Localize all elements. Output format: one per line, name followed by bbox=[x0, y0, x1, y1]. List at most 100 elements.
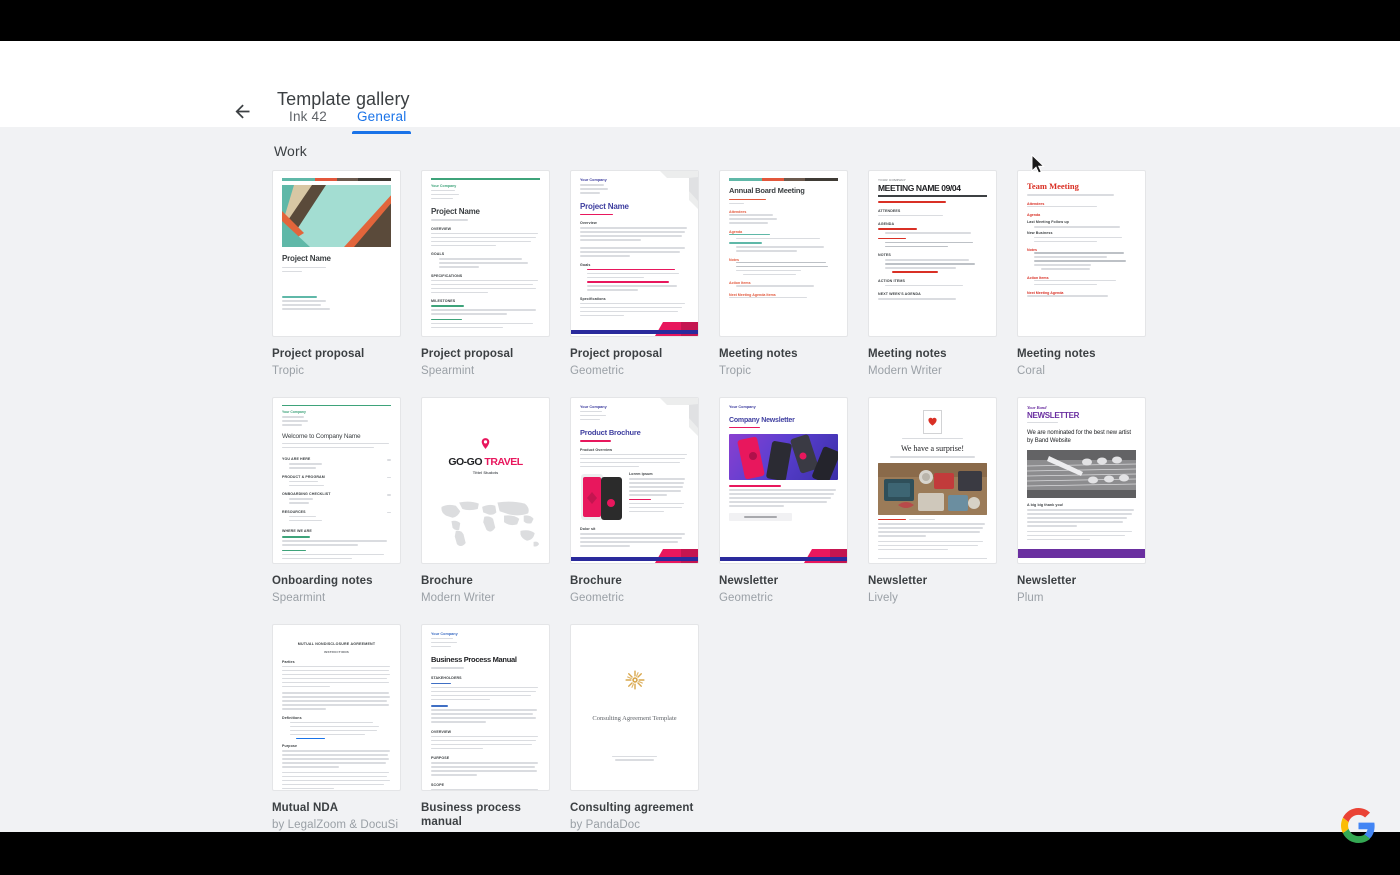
doc-company: Your Company bbox=[580, 178, 689, 182]
template-card[interactable]: MUTUAL NONDISCLOSURE AGREEMENT INSTRUCTI… bbox=[272, 624, 401, 833]
template-subtitle: Spearmint bbox=[421, 364, 550, 378]
doc-preview-lively: We have a surprise! bbox=[878, 405, 987, 556]
phones-image-icon bbox=[580, 472, 624, 522]
template-card[interactable]: Your Company Project Name OVERVIEW GOALS… bbox=[421, 170, 550, 379]
doc-heading: Project Name bbox=[580, 202, 689, 211]
letterbox-bottom bbox=[0, 832, 1400, 875]
template-thumbnail[interactable]: Consulting Agreement Template bbox=[570, 624, 699, 791]
world-map-icon bbox=[431, 497, 542, 549]
doc-heading: Business Process Manual bbox=[431, 655, 540, 664]
template-card[interactable]: Your Company Welcome to Company Name YOU… bbox=[272, 397, 401, 606]
template-subtitle: Coral bbox=[1017, 364, 1146, 378]
geometric-banner-icon bbox=[720, 541, 848, 563]
template-thumbnail[interactable]: Your Band NEWSLETTER We are nominated fo… bbox=[1017, 397, 1146, 564]
template-title: Mutual NDA bbox=[272, 801, 401, 815]
doc-preview-gogo: GO-GO TRAVEL Tittel Studots bbox=[431, 405, 540, 556]
doc-preview-consulting: Consulting Agreement Template bbox=[580, 632, 689, 783]
template-thumbnail[interactable]: Your Company Product Brochure Product Ov… bbox=[570, 397, 699, 564]
template-card[interactable]: Your Band NEWSLETTER We are nominated fo… bbox=[1017, 397, 1146, 606]
template-subtitle: Geometric bbox=[570, 591, 699, 605]
doc-heading: MEETING NAME 09/04 bbox=[878, 183, 987, 193]
plum-footer-bar bbox=[1018, 549, 1145, 558]
guitar-photo-image bbox=[1027, 450, 1136, 498]
template-thumbnail[interactable]: MUTUAL NONDISCLOSURE AGREEMENT INSTRUCTI… bbox=[272, 624, 401, 791]
screen-root: Template gallery Ink 42 General Work bbox=[0, 0, 1400, 875]
doc-company: Your Company bbox=[431, 184, 540, 188]
doc-company: Your Company bbox=[282, 410, 391, 414]
doc-preview-geonewsletter: Your Company Company Newsletter bbox=[729, 405, 838, 556]
back-button[interactable] bbox=[230, 99, 255, 124]
doc-preview-onboarding: Your Company Welcome to Company Name YOU… bbox=[282, 405, 391, 556]
template-title: Project proposal bbox=[421, 347, 550, 361]
template-thumbnail[interactable]: Team Meeting Attendees Agenda Last Meeti… bbox=[1017, 170, 1146, 337]
template-card[interactable]: Consulting Agreement Template Consulting… bbox=[570, 624, 699, 833]
template-card[interactable]: Your Company Business Process Manual STA… bbox=[421, 624, 550, 833]
doc-heading: Product Brochure bbox=[580, 428, 689, 437]
geometric-bottom-bar bbox=[571, 324, 698, 336]
template-card[interactable]: Project Name Project proposal Tropic bbox=[272, 170, 401, 379]
desk-photo-icon bbox=[878, 463, 987, 515]
template-title: Project proposal bbox=[272, 347, 401, 361]
template-card[interactable]: Your Company Project Name Overview Goals bbox=[570, 170, 699, 379]
app-header: Template gallery Ink 42 General bbox=[0, 41, 1400, 127]
template-thumbnail[interactable]: Project Name bbox=[272, 170, 401, 337]
template-thumbnail[interactable]: Your Company Business Process Manual STA… bbox=[421, 624, 550, 791]
template-title: Brochure bbox=[570, 574, 699, 588]
template-subtitle: Geometric bbox=[570, 364, 699, 378]
phones-photo-icon bbox=[729, 434, 838, 480]
app-viewport: Template gallery Ink 42 General Work bbox=[0, 41, 1400, 832]
template-title: Business process manual bbox=[421, 801, 550, 830]
guitar-photo-icon bbox=[1027, 450, 1136, 498]
tropic-geometric-art bbox=[282, 185, 391, 247]
template-thumbnail[interactable]: Annual Board Meeting Attendees Agenda No… bbox=[719, 170, 848, 337]
template-subtitle: Lively bbox=[868, 591, 997, 605]
doc-heading: Project Name bbox=[282, 254, 391, 263]
desk-photo-image bbox=[878, 463, 987, 515]
template-card[interactable]: YOUR COMPANY MEETING NAME 09/04 ATTENDEE… bbox=[868, 170, 997, 379]
doc-company: Your Company bbox=[431, 632, 540, 636]
doc-heading: Team Meeting bbox=[1027, 181, 1136, 191]
template-title: Meeting notes bbox=[868, 347, 997, 361]
doc-heading: Project Name bbox=[431, 207, 540, 216]
letterbox-top bbox=[0, 0, 1400, 41]
doc-preview-modern: YOUR COMPANY MEETING NAME 09/04 ATTENDEE… bbox=[878, 178, 987, 329]
template-thumbnail[interactable]: Your Company Project Name Overview Goals bbox=[570, 170, 699, 337]
template-title: Newsletter bbox=[868, 574, 997, 588]
template-card[interactable]: Annual Board Meeting Attendees Agenda No… bbox=[719, 170, 848, 379]
template-subtitle: Geometric bbox=[719, 591, 848, 605]
template-subtitle: Spearmint bbox=[272, 591, 401, 605]
template-title: Brochure bbox=[421, 574, 550, 588]
template-card[interactable]: Team Meeting Attendees Agenda Last Meeti… bbox=[1017, 170, 1146, 379]
template-thumbnail[interactable]: Your Company Project Name OVERVIEW GOALS… bbox=[421, 170, 550, 337]
geometric-bottom-bar bbox=[571, 551, 698, 563]
doc-heading: Annual Board Meeting bbox=[729, 186, 838, 195]
template-thumbnail[interactable]: We have a surprise! bbox=[868, 397, 997, 564]
newsletter-hero-image bbox=[729, 434, 838, 480]
template-title: Newsletter bbox=[1017, 574, 1146, 588]
template-grid: Project Name Project proposal Tropic bbox=[272, 170, 1146, 832]
template-card[interactable]: GO-GO TRAVEL Tittel Studots bbox=[421, 397, 550, 606]
template-title: Consulting agreement bbox=[570, 801, 699, 815]
spearmint-rule bbox=[431, 178, 540, 180]
doc-preview-geobrochure: Your Company Product Brochure Product Ov… bbox=[580, 405, 689, 556]
template-card[interactable]: Your Company Company Newsletter bbox=[719, 397, 848, 606]
tropic-color-bar bbox=[282, 178, 391, 181]
template-subtitle: Plum bbox=[1017, 591, 1146, 605]
spearmint-rule bbox=[282, 405, 391, 407]
geometric-banner-icon bbox=[571, 541, 699, 563]
template-title: Meeting notes bbox=[1017, 347, 1146, 361]
template-thumbnail[interactable]: Your Company Company Newsletter bbox=[719, 397, 848, 564]
doc-heading: MUTUAL NONDISCLOSURE AGREEMENT bbox=[282, 642, 391, 646]
template-card[interactable]: Your Company Product Brochure Product Ov… bbox=[570, 397, 699, 606]
template-thumbnail[interactable]: Your Company Welcome to Company Name YOU… bbox=[272, 397, 401, 564]
template-card[interactable]: We have a surprise! bbox=[868, 397, 997, 606]
template-thumbnail[interactable]: YOUR COMPANY MEETING NAME 09/04 ATTENDEE… bbox=[868, 170, 997, 337]
doc-heading: Company Newsletter bbox=[729, 417, 838, 424]
google-g-icon bbox=[1341, 808, 1376, 843]
template-content: Work bbox=[0, 127, 1400, 832]
template-subtitle: by LegalZoom & DocuSi bbox=[272, 818, 401, 832]
template-subtitle: Modern Writer bbox=[421, 591, 550, 605]
geometric-shapes-icon bbox=[282, 185, 391, 247]
heart-icon bbox=[927, 416, 938, 426]
template-thumbnail[interactable]: GO-GO TRAVEL Tittel Studots bbox=[421, 397, 550, 564]
